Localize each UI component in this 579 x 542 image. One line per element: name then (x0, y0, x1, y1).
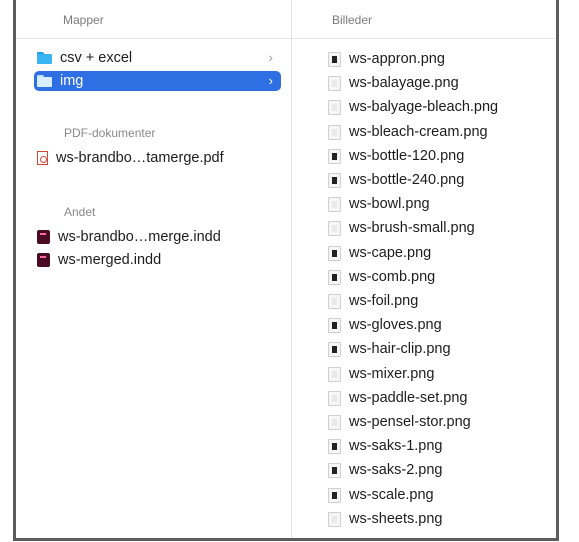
pdf-icon (37, 151, 48, 165)
indesign-icon (37, 230, 50, 244)
image-thumbnail-icon (328, 75, 341, 91)
file-label: ws-merged.indd (58, 252, 162, 268)
folder-row-csv-excel[interactable]: csv + excel › (34, 48, 281, 68)
file-label: ws-brandbo…tamerge.pdf (56, 150, 224, 166)
image-file-row[interactable]: ws-bleach-cream.png (328, 122, 488, 142)
image-thumbnail-icon (328, 414, 341, 430)
section-heading-pdf: PDF-dokumenter (64, 126, 156, 140)
indesign-icon (37, 253, 50, 267)
file-row-indd[interactable]: ws-merged.indd (34, 250, 281, 270)
image-thumbnail-icon (328, 390, 341, 406)
file-label: ws-bottle-120.png (349, 148, 465, 164)
folder-icon (37, 75, 52, 87)
image-file-row[interactable]: ws-brush-small.png (328, 218, 475, 238)
image-file-row[interactable]: ws-appron.png (328, 49, 445, 69)
image-thumbnail-icon (328, 341, 341, 357)
file-label: ws-hair-clip.png (349, 341, 451, 357)
image-file-row[interactable]: ws-bowl.png (328, 194, 430, 214)
image-file-row[interactable]: ws-bottle-240.png (328, 170, 464, 190)
image-file-row[interactable]: ws-pensel-stor.png (328, 412, 471, 432)
file-row-pdf[interactable]: ws-brandbo…tamerge.pdf (34, 148, 281, 168)
image-thumbnail-icon (328, 511, 341, 527)
image-thumbnail-icon (328, 124, 341, 140)
file-label: ws-bleach-cream.png (349, 124, 488, 140)
image-file-row[interactable]: ws-saks-2.png (328, 460, 442, 480)
file-label: ws-appron.png (349, 51, 445, 67)
left-column-header[interactable]: Mapper (16, 0, 291, 39)
file-label: ws-bottle-240.png (349, 172, 465, 188)
right-column-header[interactable]: Billeder (292, 0, 556, 39)
image-thumbnail-icon (328, 487, 341, 503)
image-file-row[interactable]: ws-foil.png (328, 291, 418, 311)
image-thumbnail-icon (328, 196, 341, 212)
file-label: ws-saks-1.png (349, 438, 443, 454)
file-label: ws-paddle-set.png (349, 390, 468, 406)
image-thumbnail-icon (328, 366, 341, 382)
chevron-right-icon: › (268, 50, 273, 65)
file-label: ws-balyage-bleach.png (349, 99, 499, 115)
image-file-row[interactable]: ws-balayage.png (328, 73, 459, 93)
file-label: ws-cape.png (349, 245, 432, 261)
file-label: ws-gloves.png (349, 317, 442, 333)
image-thumbnail-icon (328, 148, 341, 164)
image-file-row[interactable]: ws-sheets.png (328, 509, 443, 529)
image-thumbnail-icon (328, 269, 341, 285)
file-label: ws-sheets.png (349, 511, 443, 527)
images-column: Billeder ws-appron.png ws-balayage.png ws-… (292, 0, 556, 538)
image-file-row[interactable]: ws-balyage-bleach.png (328, 97, 498, 117)
image-file-row[interactable]: ws-hair-clip.png (328, 339, 451, 359)
file-label: ws-pensel-stor.png (349, 414, 471, 430)
image-thumbnail-icon (328, 172, 341, 188)
file-label: ws-mixer.png (349, 366, 435, 382)
image-thumbnail-icon (328, 462, 341, 478)
file-label: ws-foil.png (349, 293, 419, 309)
folder-label: img (60, 73, 84, 89)
file-row-indd[interactable]: ws-brandbo…merge.indd (34, 227, 281, 247)
folder-icon (37, 52, 52, 64)
folder-row-img[interactable]: img › (34, 71, 281, 91)
file-label: ws-saks-2.png (349, 462, 443, 478)
file-label: ws-comb.png (349, 269, 436, 285)
finder-column-view: Mapper csv + excel › img › PDF-dokumente… (13, 0, 559, 541)
folder-label: csv + excel (60, 50, 133, 66)
image-file-row[interactable]: ws-scale.png (328, 485, 434, 505)
file-label: ws-scale.png (349, 487, 434, 503)
image-file-row[interactable]: ws-comb.png (328, 267, 435, 287)
image-thumbnail-icon (328, 293, 341, 309)
image-file-row[interactable]: ws-bottle-120.png (328, 146, 464, 166)
image-thumbnail-icon (328, 220, 341, 236)
image-thumbnail-icon (328, 245, 341, 261)
image-thumbnail-icon (328, 317, 341, 333)
file-label: ws-bowl.png (349, 196, 430, 212)
file-label: ws-balayage.png (349, 75, 459, 91)
image-file-row[interactable]: ws-saks-1.png (328, 436, 442, 456)
file-label: ws-brandbo…merge.indd (58, 229, 221, 245)
section-heading-other: Andet (64, 205, 96, 219)
image-thumbnail-icon (328, 438, 341, 454)
image-file-row[interactable]: ws-gloves.png (328, 315, 442, 335)
image-thumbnail-icon (328, 99, 341, 115)
image-file-row[interactable]: ws-mixer.png (328, 364, 434, 384)
chevron-right-icon: › (268, 73, 273, 88)
image-file-row[interactable]: ws-cape.png (328, 243, 431, 263)
image-file-row[interactable]: ws-paddle-set.png (328, 388, 468, 408)
file-label: ws-brush-small.png (349, 220, 475, 236)
folders-column: Mapper csv + excel › img › PDF-dokumente… (16, 0, 292, 538)
image-thumbnail-icon (328, 51, 341, 67)
